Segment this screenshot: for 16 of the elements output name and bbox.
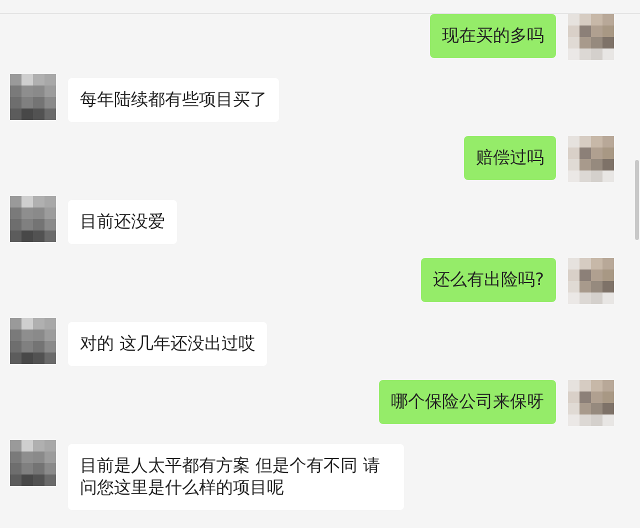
message-bubble: 每年陆续都有些项目买了 (68, 78, 279, 122)
avatar-icon (10, 318, 56, 364)
message-bubble: 还么有出险吗? (420, 258, 556, 302)
message-bubble: 哪个保险公司来保呀 (379, 380, 556, 424)
message-bubble: 现在买的多吗 (430, 14, 556, 58)
message-bubble: 目前还没爱 (68, 200, 177, 244)
avatar-icon (10, 440, 56, 486)
avatar-icon (568, 136, 614, 182)
message-bubble: 目前是人太平都有方案 但是个有不同 请问您这里是什么样的项目呢 (68, 444, 404, 510)
avatar-icon (10, 74, 56, 120)
message-bubble: 对的 这几年还没出过哎 (68, 322, 268, 366)
scrollbar[interactable] (635, 160, 639, 240)
message-bubble: 赔偿过吗 (464, 136, 556, 180)
avatar-icon (568, 258, 614, 304)
avatar-icon (568, 380, 614, 426)
avatar-icon (10, 196, 56, 242)
